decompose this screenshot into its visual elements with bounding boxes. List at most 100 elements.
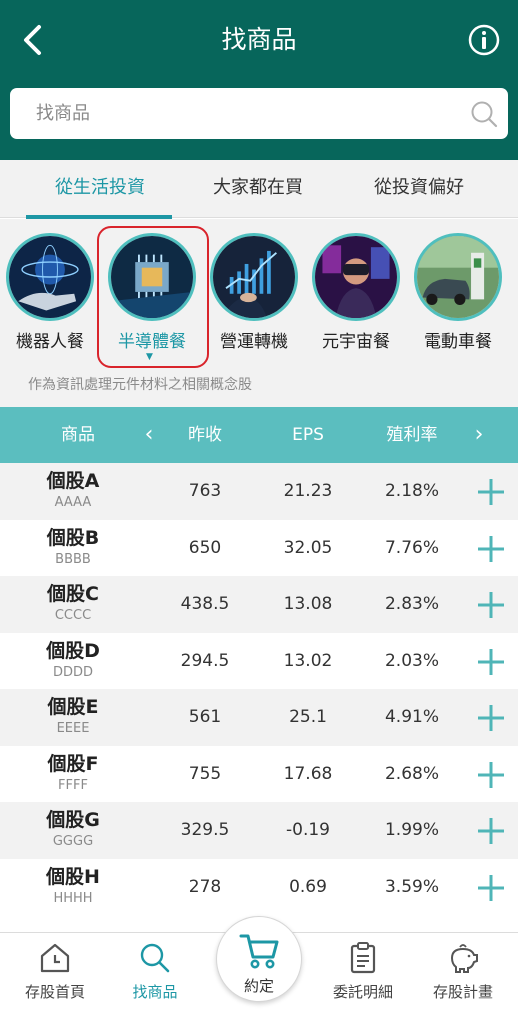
- cart-label: 約定: [243, 977, 274, 995]
- stock-name: 個股C: [47, 583, 99, 605]
- eps-value: 13.02: [283, 650, 333, 671]
- stock-code: BBBB: [55, 551, 91, 567]
- stock-code: DDDD: [52, 664, 94, 680]
- prev-close-value: 561: [188, 707, 222, 727]
- category-carousel[interactable]: 機器人餐 半導體餐 ▼ 營運轉機 元宇宙餐 電動車餐 作為資訊處理元件材料之相關…: [0, 219, 518, 407]
- stock-code: FFFF: [58, 777, 88, 793]
- nav-label: 存股計畫: [432, 983, 493, 1001]
- nav-label: 委託明細: [332, 983, 393, 1001]
- stock-name: 個股H: [46, 865, 100, 888]
- table-header: 商品 ‹ 昨收 EPS 殖利率 ›: [0, 407, 518, 463]
- robot-hand-image: [6, 233, 94, 321]
- add-icon[interactable]: [476, 477, 506, 507]
- yield-value: 3.59%: [384, 876, 439, 897]
- clipboard-icon: [350, 942, 376, 974]
- stock-code: GGGG: [52, 834, 94, 849]
- category-metaverse[interactable]: 元宇宙餐: [306, 231, 406, 361]
- nav-orders[interactable]: 委託明細: [313, 933, 413, 1010]
- business-chart-image: [210, 233, 298, 321]
- info-icon[interactable]: [466, 22, 502, 58]
- category-robot[interactable]: 機器人餐: [0, 231, 100, 361]
- yield-value: 4.91%: [384, 707, 439, 727]
- tab-popular[interactable]: 大家都在買: [170, 160, 346, 218]
- prev-close-value: 278: [188, 876, 222, 897]
- selected-caret-icon: ▼: [146, 352, 153, 362]
- nav-label: 存股首頁: [24, 983, 85, 1001]
- table-row[interactable]: 個股B BBBB 650 32.05 7.76%: [0, 519, 518, 576]
- category-description: 作為資訊處理元件材料之相關概念股: [28, 377, 252, 393]
- category-label: 電動車餐: [424, 332, 492, 352]
- stock-name: 個股G: [46, 809, 100, 831]
- nav-label: 找商品: [132, 983, 178, 1001]
- yield-value: 7.76%: [384, 537, 439, 558]
- prev-close-value: 650: [188, 537, 222, 558]
- stock-table: 個股A AAAA 763 21.23 2.18% 個股B BBBB 650 32.05 7.76%…: [0, 463, 518, 915]
- prev-close-value: 329.5: [180, 820, 230, 840]
- stock-name: 個股D: [46, 639, 100, 662]
- search-input[interactable]: [36, 88, 456, 139]
- piggy-bank-icon: [450, 944, 478, 973]
- table-row[interactable]: 個股A AAAA 763 21.23 2.18%: [0, 463, 518, 520]
- search-icon: [140, 943, 170, 973]
- table-row[interactable]: 個股H HHHH 278 0.69 3.59%: [0, 858, 518, 915]
- stock-code: HHHH: [53, 890, 93, 906]
- tab-bar: 從生活投資 大家都在買 從投資偏好: [0, 160, 518, 218]
- cart-icon: [239, 934, 279, 969]
- category-semiconductor[interactable]: 半導體餐 ▼: [102, 231, 202, 362]
- eps-value: 13.08: [283, 594, 333, 614]
- prev-close-value: 755: [188, 763, 222, 784]
- stock-code: AAAA: [54, 495, 92, 510]
- add-icon[interactable]: [476, 534, 506, 564]
- cart-button[interactable]: 約定: [216, 916, 302, 1002]
- prev-close-value: 763: [188, 481, 222, 501]
- table-row[interactable]: 個股F FFFF 755 17.68 2.68%: [0, 745, 518, 802]
- table-row[interactable]: 個股D DDDD 294.5 13.02 2.03%: [0, 632, 518, 689]
- stock-name: 個股F: [47, 752, 99, 775]
- stock-name: 個股E: [47, 696, 99, 718]
- eps-value: 21.23: [283, 481, 333, 501]
- eps-value: 0.69: [289, 876, 327, 897]
- eps-value: -0.19: [286, 820, 330, 840]
- yield-value: 1.99%: [384, 820, 439, 840]
- column-yield[interactable]: 殖利率: [368, 407, 456, 463]
- yield-value: 2.18%: [384, 481, 439, 501]
- table-row[interactable]: 個股C CCCC 438.5 13.08 2.83%: [0, 576, 518, 633]
- tab-preference[interactable]: 從投資偏好: [336, 160, 502, 218]
- nav-savings-plan[interactable]: 存股計畫: [413, 933, 513, 1010]
- stock-code: CCCC: [54, 608, 92, 623]
- add-icon[interactable]: [476, 703, 506, 733]
- table-row[interactable]: 個股G GGGG 329.5 -0.19 1.99%: [0, 802, 518, 859]
- add-icon[interactable]: [476, 816, 506, 846]
- stock-name: 個股B: [46, 526, 100, 549]
- nav-find-products[interactable]: 找商品: [105, 933, 205, 1010]
- eps-value: 25.1: [289, 707, 327, 727]
- category-ev[interactable]: 電動車餐: [408, 231, 508, 361]
- app-header: 找商品: [0, 0, 518, 160]
- table-row[interactable]: 個股E EEEE 561 25.1 4.91%: [0, 689, 518, 746]
- add-icon[interactable]: [476, 760, 506, 790]
- eps-value: 32.05: [283, 537, 333, 558]
- yield-value: 2.68%: [384, 763, 439, 784]
- add-icon[interactable]: [476, 873, 506, 903]
- page-title: 找商品: [221, 25, 297, 54]
- category-turnaround[interactable]: 營運轉機: [204, 231, 304, 361]
- ev-charging-image: [414, 233, 502, 321]
- nav-home[interactable]: 存股首頁: [5, 933, 105, 1010]
- add-icon[interactable]: [476, 590, 506, 620]
- eps-value: 17.68: [283, 763, 333, 784]
- column-eps[interactable]: EPS: [268, 407, 348, 463]
- chip-image: [108, 233, 196, 321]
- home-icon: [40, 943, 70, 973]
- yield-value: 2.83%: [384, 594, 439, 614]
- prev-close-value: 438.5: [180, 594, 230, 614]
- search-icon[interactable]: [470, 100, 498, 128]
- chevron-right-icon[interactable]: ›: [464, 407, 494, 463]
- column-prev-close[interactable]: 昨收: [165, 407, 245, 463]
- chevron-left-icon[interactable]: ‹: [134, 407, 164, 463]
- vr-headset-image: [312, 233, 400, 321]
- add-icon[interactable]: [476, 647, 506, 677]
- column-product: 商品: [61, 425, 95, 445]
- stock-name: 個股A: [46, 470, 100, 492]
- prev-close-value: 294.5: [180, 650, 230, 671]
- stock-code: EEEE: [56, 721, 90, 736]
